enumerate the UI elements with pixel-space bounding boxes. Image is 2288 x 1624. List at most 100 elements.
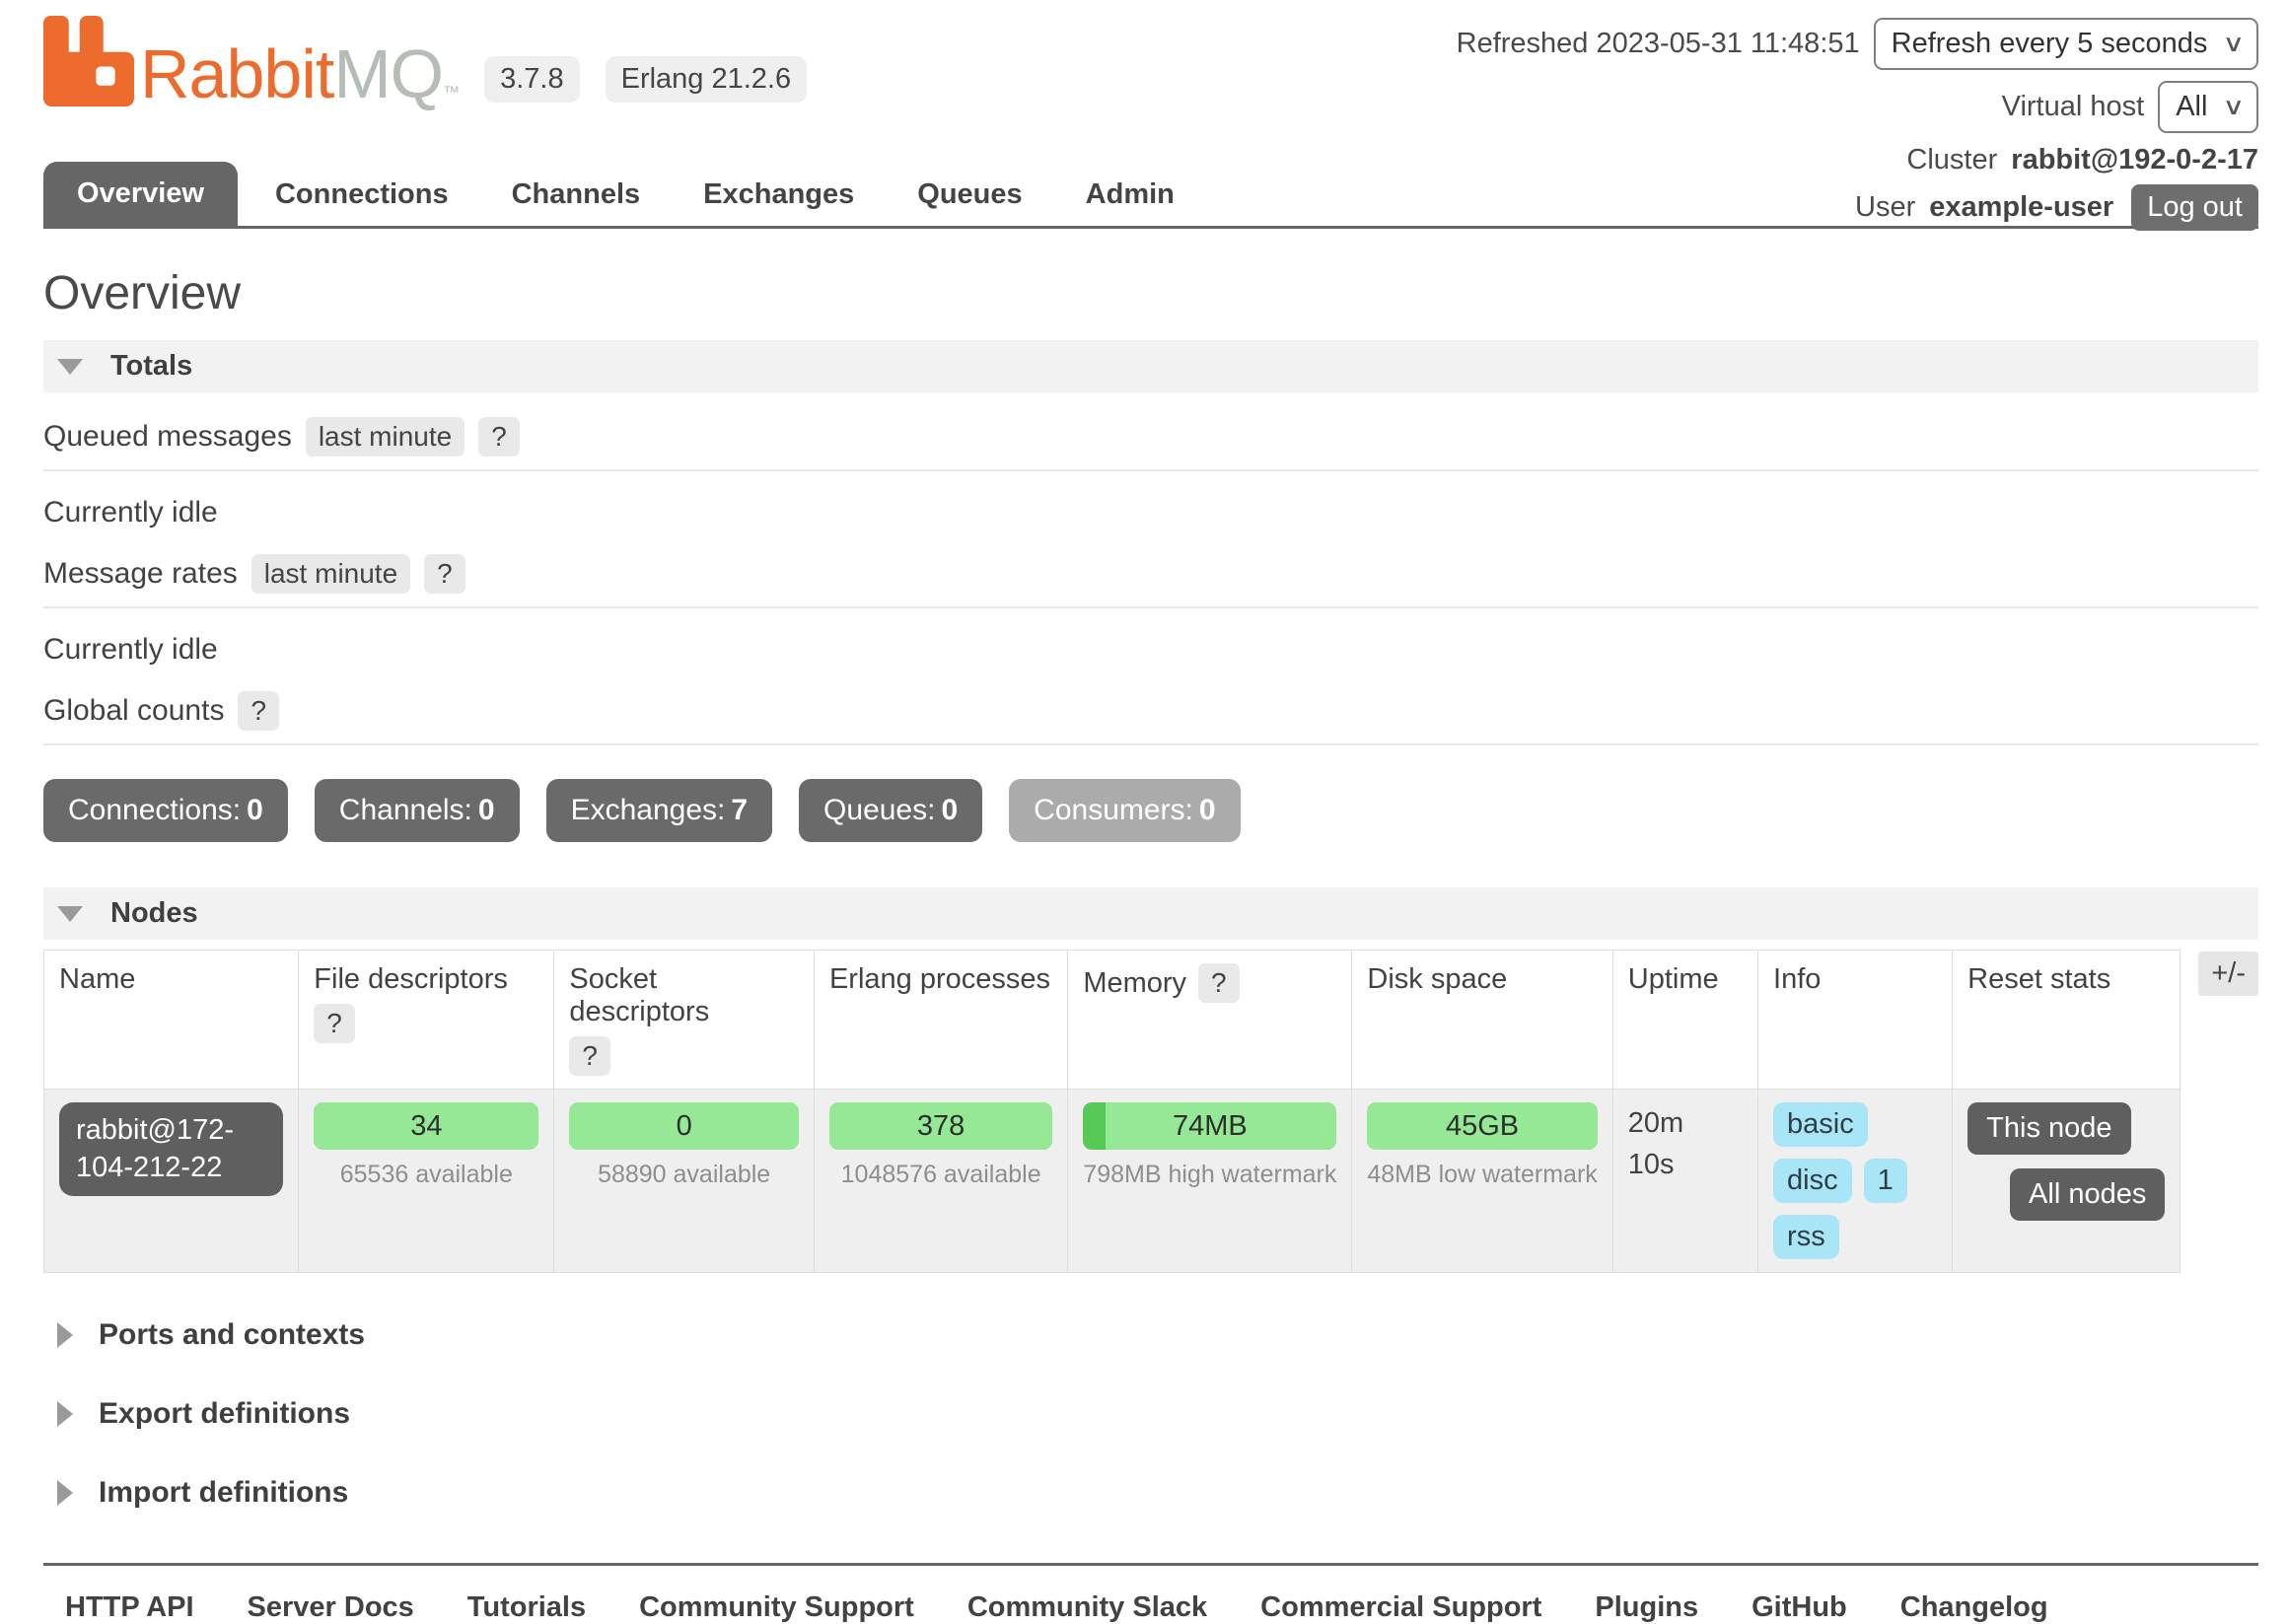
column-toggle-button[interactable]: +/- xyxy=(2198,952,2258,996)
help-icon[interactable]: ? xyxy=(238,691,279,731)
help-icon[interactable]: ? xyxy=(478,417,520,457)
channels-count-label: Channels: xyxy=(339,794,472,826)
footer-links: HTTP API Server Docs Tutorials Community… xyxy=(43,1566,2258,1624)
triangle-right-icon xyxy=(57,1480,73,1506)
import-definitions-label: Import definitions xyxy=(99,1476,348,1510)
ports-and-contexts-section[interactable]: Ports and contexts xyxy=(43,1318,2258,1352)
info-cell: basic disc 1 rss xyxy=(1758,1090,1953,1273)
user-row: User example-user Log out xyxy=(1457,184,2258,231)
node-name-cell: rabbit@172-104-212-22 xyxy=(44,1090,299,1273)
page-title: Overview xyxy=(43,266,2258,320)
refresh-interval-value: Refresh every 5 seconds xyxy=(1892,28,2208,60)
brand-mq-text: MQ xyxy=(333,35,443,112)
export-definitions-section[interactable]: Export definitions xyxy=(43,1397,2258,1431)
chevron-down-icon: ∨ xyxy=(2223,93,2246,121)
footer-link-community-slack[interactable]: Community Slack xyxy=(967,1591,1207,1624)
global-counts-row: Connections:0 Channels:0 Exchanges:7 Que… xyxy=(43,779,2258,842)
queued-messages-label: Queued messages xyxy=(43,420,292,454)
footer-link-community-support[interactable]: Community Support xyxy=(639,1591,914,1624)
node-name-badge[interactable]: rabbit@172-104-212-22 xyxy=(59,1102,283,1196)
col-header-socket-descriptors: Socket descriptors? xyxy=(554,951,815,1090)
connections-count-value: 0 xyxy=(247,794,263,826)
queues-count-value: 0 xyxy=(941,794,958,826)
queued-messages-heading: Queued messages last minute ? xyxy=(43,417,2258,471)
footer-link-github[interactable]: GitHub xyxy=(1752,1591,1847,1624)
queues-count-button[interactable]: Queues:0 xyxy=(799,779,982,842)
virtual-host-label: Virtual host xyxy=(2002,91,2145,123)
message-rates-heading: Message rates last minute ? xyxy=(43,554,2258,608)
logout-button[interactable]: Log out xyxy=(2131,184,2258,231)
info-badge-rss: rss xyxy=(1773,1215,1839,1259)
footer-link-commercial-support[interactable]: Commercial Support xyxy=(1260,1591,1541,1624)
tab-connections[interactable]: Connections xyxy=(250,164,474,226)
totals-section-header[interactable]: Totals xyxy=(43,340,2258,392)
footer-link-http-api[interactable]: HTTP API xyxy=(65,1591,194,1624)
connections-count-button[interactable]: Connections:0 xyxy=(43,779,288,842)
nodes-section-title: Nodes xyxy=(110,897,198,930)
help-icon[interactable]: ? xyxy=(424,554,465,594)
socket-descriptors-detail: 58890 available xyxy=(569,1161,799,1189)
virtual-host-select[interactable]: All ∨ xyxy=(2158,81,2258,133)
cluster-label: Cluster xyxy=(1906,144,1997,177)
col-header-info: Info xyxy=(1758,951,1953,1090)
file-descriptors-detail: 65536 available xyxy=(314,1161,538,1189)
channels-count-button[interactable]: Channels:0 xyxy=(315,779,520,842)
help-icon[interactable]: ? xyxy=(569,1036,610,1076)
channels-count-value: 0 xyxy=(478,794,495,826)
rabbitmq-logotype: RabbitMQ™ xyxy=(140,41,459,107)
memory-detail: 798MB high watermark xyxy=(1083,1161,1336,1189)
refreshed-timestamp: Refreshed 2023-05-31 11:48:51 xyxy=(1457,28,1860,60)
file-descriptors-bar: 34 xyxy=(314,1102,538,1150)
consumers-count-value: 0 xyxy=(1199,794,1216,826)
nodes-header-row: Name File descriptors? Socket descriptor… xyxy=(44,951,2181,1090)
user-label: User xyxy=(1855,191,1915,224)
queues-count-label: Queues: xyxy=(823,794,935,826)
tab-exchanges[interactable]: Exchanges xyxy=(678,164,880,226)
connections-count-label: Connections: xyxy=(68,794,241,826)
footer-link-changelog[interactable]: Changelog xyxy=(1900,1591,2048,1624)
exchanges-count-label: Exchanges: xyxy=(571,794,726,826)
tab-admin[interactable]: Admin xyxy=(1060,164,1200,226)
col-header-name: Name xyxy=(44,951,299,1090)
exchanges-count-value: 7 xyxy=(731,794,748,826)
brand-rabbit-text: Rabbit xyxy=(140,35,333,112)
app-header: RabbitMQ™ 3.7.8 Erlang 21.2.6 Refreshed … xyxy=(43,16,2258,114)
queued-messages-window-badge[interactable]: last minute xyxy=(306,417,465,457)
rabbitmq-logo-icon xyxy=(43,16,134,106)
triangle-down-icon xyxy=(57,906,83,922)
version-badge: 3.7.8 xyxy=(484,56,580,103)
footer-link-tutorials[interactable]: Tutorials xyxy=(467,1591,586,1624)
import-definitions-section[interactable]: Import definitions xyxy=(43,1476,2258,1510)
disk-space-bar: 45GB xyxy=(1367,1102,1597,1150)
reset-this-node-button[interactable]: This node xyxy=(1967,1102,2130,1155)
col-header-erlang-processes: Erlang processes xyxy=(814,951,1067,1090)
refresh-row: Refreshed 2023-05-31 11:48:51 Refresh ev… xyxy=(1457,18,2258,70)
reset-all-nodes-button[interactable]: All nodes xyxy=(2010,1168,2165,1221)
tab-queues[interactable]: Queues xyxy=(892,164,1047,226)
trademark-symbol: ™ xyxy=(443,83,459,102)
global-counts-heading: Global counts ? xyxy=(43,691,2258,745)
cluster-row: Cluster rabbit@192-0-2-17 xyxy=(1457,144,2258,177)
info-badge-1: 1 xyxy=(1864,1159,1907,1203)
socket-descriptors-cell: 0 58890 available xyxy=(554,1090,815,1273)
virtual-host-row: Virtual host All ∨ xyxy=(1457,81,2258,133)
help-icon[interactable]: ? xyxy=(1198,963,1240,1003)
queued-messages-status: Currently idle xyxy=(43,496,2258,530)
erlang-version-badge: Erlang 21.2.6 xyxy=(606,56,808,103)
totals-section-title: Totals xyxy=(110,350,192,383)
help-icon[interactable]: ? xyxy=(314,1004,355,1043)
memory-cell: 74MB 798MB high watermark xyxy=(1068,1090,1352,1273)
footer-link-server-docs[interactable]: Server Docs xyxy=(248,1591,414,1624)
tab-channels[interactable]: Channels xyxy=(486,164,667,226)
message-rates-window-badge[interactable]: last minute xyxy=(251,554,410,594)
nodes-section-header[interactable]: Nodes xyxy=(43,887,2258,940)
consumers-count-button[interactable]: Consumers:0 xyxy=(1009,779,1240,842)
refresh-interval-select[interactable]: Refresh every 5 seconds ∨ xyxy=(1874,18,2258,70)
uptime-cell: 20m 10s xyxy=(1612,1090,1757,1273)
tab-overview[interactable]: Overview xyxy=(43,162,238,226)
col-header-uptime: Uptime xyxy=(1612,951,1757,1090)
footer-link-plugins[interactable]: Plugins xyxy=(1595,1591,1698,1624)
exchanges-count-button[interactable]: Exchanges:7 xyxy=(546,779,772,842)
user-name: example-user xyxy=(1929,191,2113,224)
info-badge-disc: disc xyxy=(1773,1159,1852,1203)
